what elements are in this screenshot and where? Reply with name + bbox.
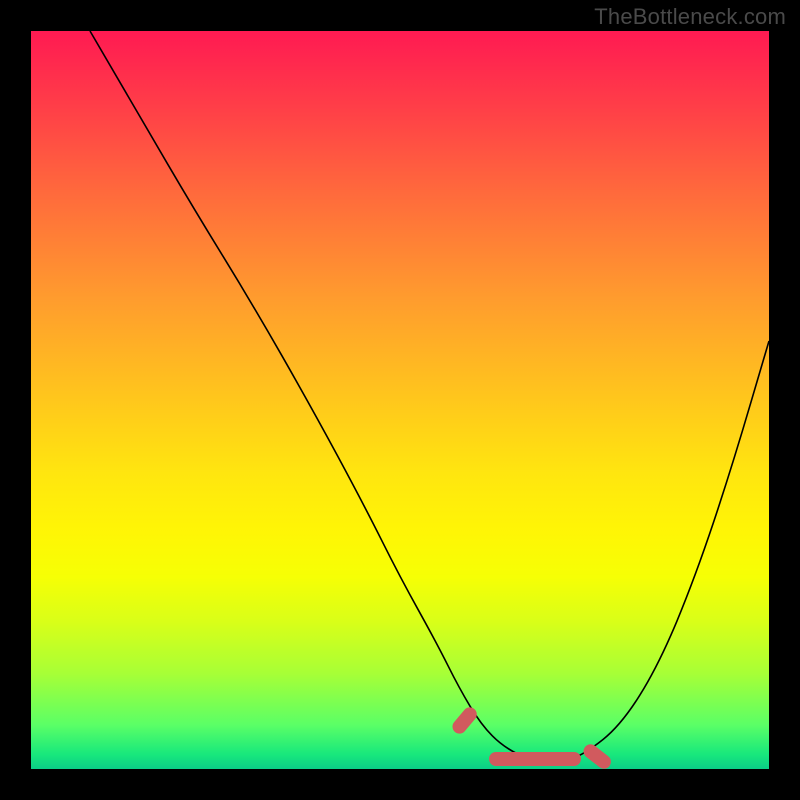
chart-plot-area (31, 31, 769, 769)
watermark-text: TheBottleneck.com (594, 4, 786, 30)
bottleneck-curve (90, 31, 769, 762)
chart-svg (31, 31, 769, 769)
optimal-range-segment-mid (489, 752, 581, 766)
